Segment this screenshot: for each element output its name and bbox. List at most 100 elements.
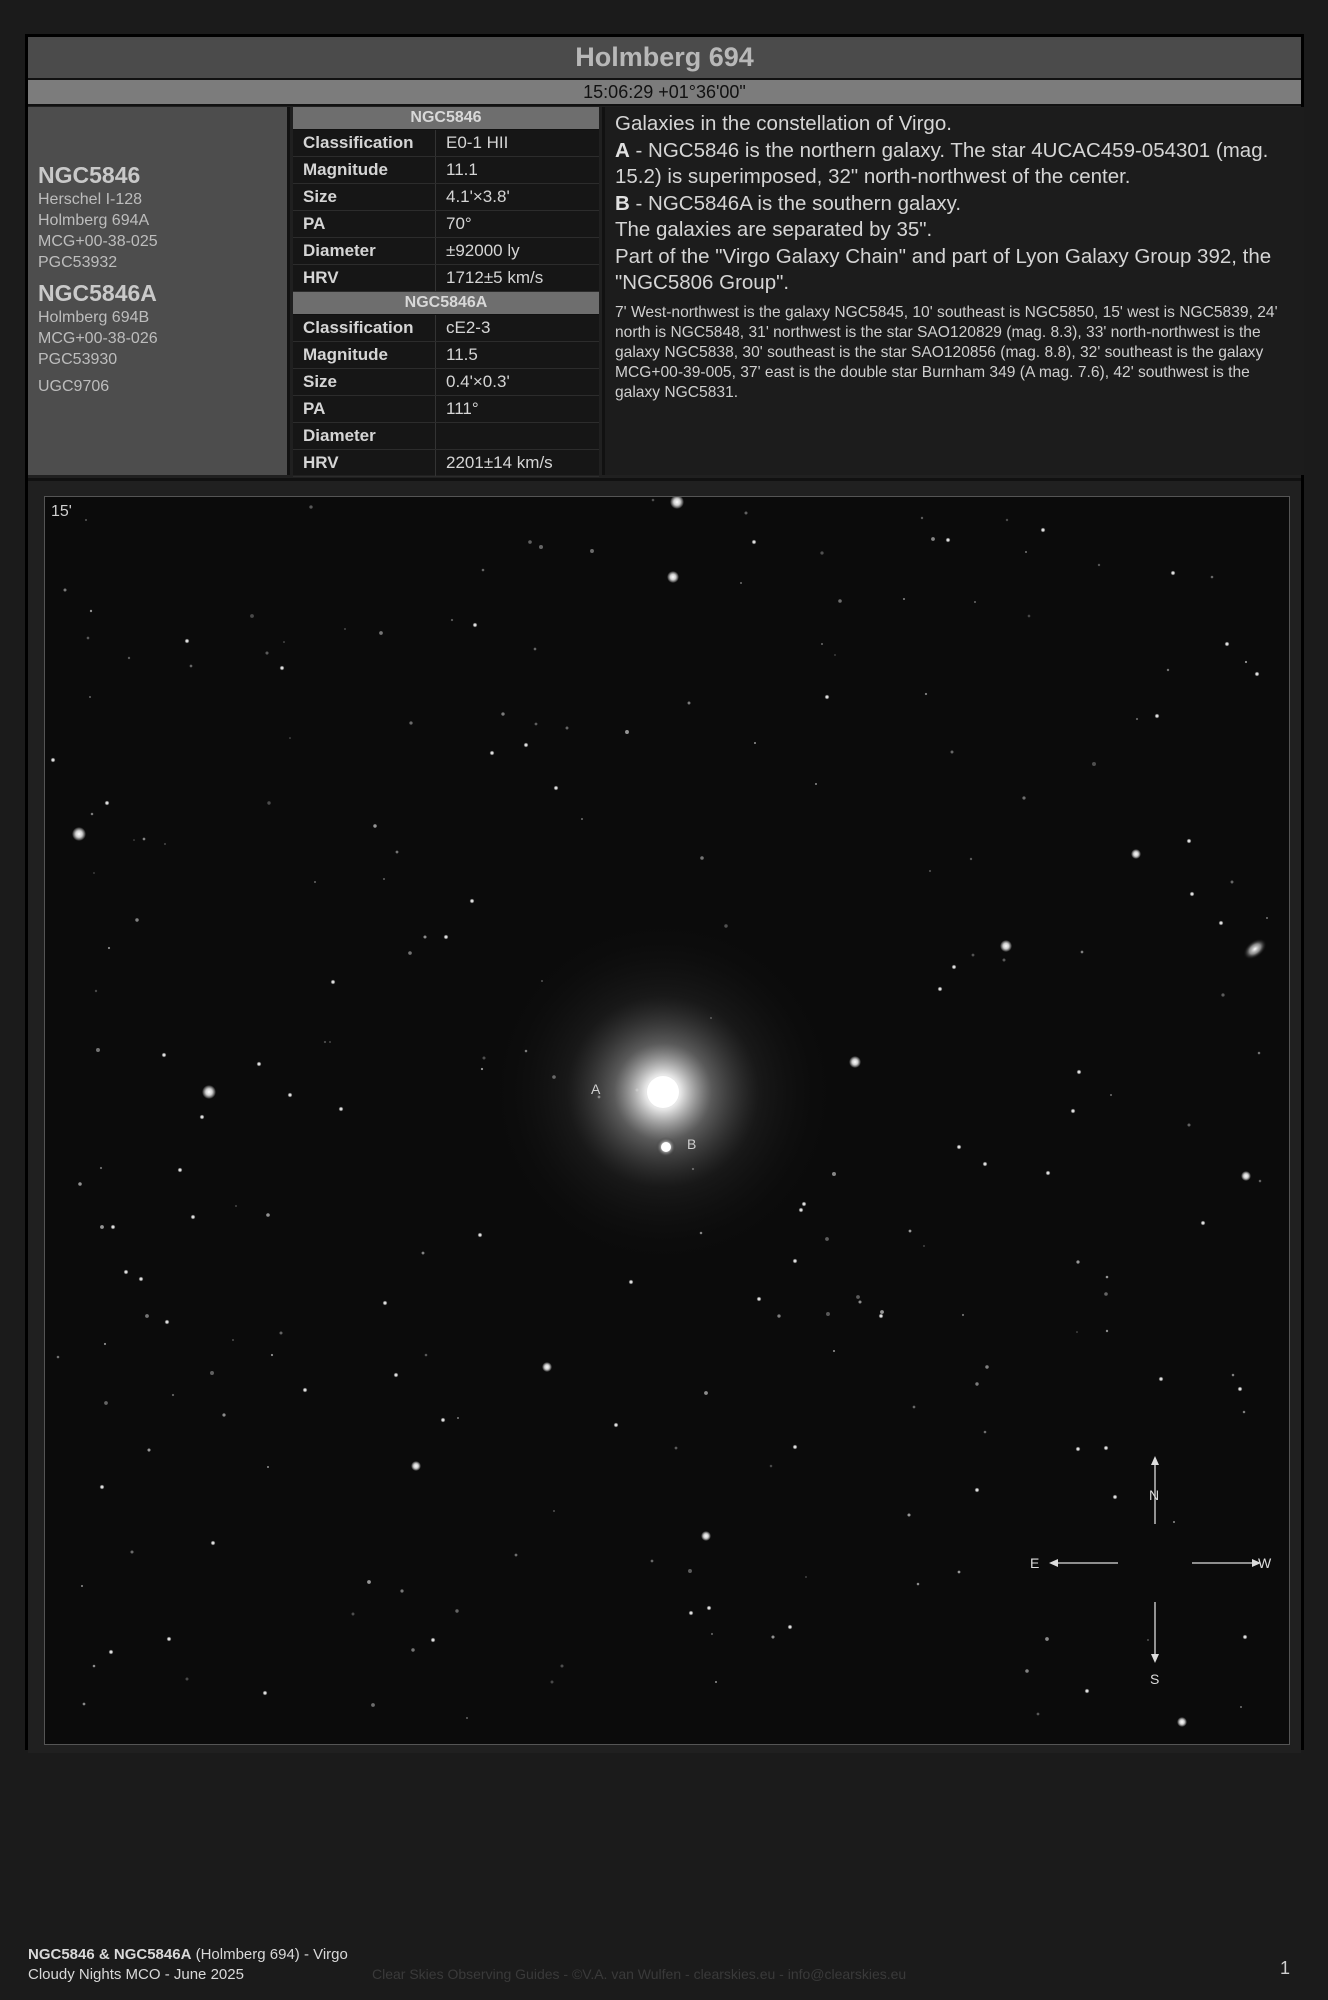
faint-star: [1022, 796, 1026, 800]
star: [798, 1207, 804, 1213]
faint-star: [880, 1310, 884, 1314]
faint-star: [815, 783, 817, 785]
faint-star: [553, 1510, 555, 1512]
star: [279, 665, 285, 671]
sky-photo: A B N S E W 15': [44, 496, 1290, 1745]
row-value: E0-1 HII: [446, 133, 509, 152]
page-title: Holmberg 694: [28, 37, 1301, 80]
faint-star: [1036, 1712, 1040, 1716]
alias: PGC53930: [38, 351, 118, 368]
faint-star: [1242, 1410, 1246, 1414]
galaxy-b-text: B - NGC5846A is the southern galaxy.: [615, 191, 1296, 218]
star: [542, 1362, 552, 1372]
faint-star: [528, 540, 532, 544]
star: [937, 986, 943, 992]
faint-star: [466, 1717, 468, 1719]
star: [878, 1313, 884, 1319]
star: [1237, 1386, 1243, 1392]
faint-star: [805, 1576, 807, 1578]
faint-star: [1045, 1637, 1049, 1641]
faint-star: [222, 1413, 226, 1417]
faint-star: [164, 843, 166, 845]
star: [469, 898, 475, 904]
faint-star: [1076, 1331, 1078, 1333]
faint-star: [856, 1295, 860, 1299]
row-key: Magnitude: [293, 157, 436, 183]
star: [1254, 671, 1260, 677]
row-key: HRV: [293, 265, 436, 291]
star: [199, 1114, 205, 1120]
faint-star: [1221, 993, 1225, 997]
faint-star: [270, 1353, 274, 1357]
faint-star: [1258, 1179, 1262, 1183]
faint-star: [907, 1513, 911, 1517]
faint-star: [424, 1353, 428, 1357]
faint-star: [1027, 614, 1031, 618]
faint-star: [142, 837, 146, 841]
star: [477, 1232, 483, 1238]
faint-star: [78, 1182, 82, 1186]
star: [1242, 1634, 1248, 1640]
faint-star: [957, 1570, 961, 1574]
star-field: A B N S E W: [45, 497, 1289, 1744]
label-a: A: [615, 138, 630, 162]
alias: MCG+00-38-026: [38, 330, 158, 347]
star: [1158, 1376, 1164, 1382]
star: [393, 1372, 399, 1378]
faint-star: [267, 1466, 269, 1468]
faint-star: [834, 654, 836, 656]
faint-star: [1076, 1260, 1080, 1264]
faint-star: [450, 618, 454, 622]
star: [801, 1201, 807, 1207]
compass-e: E: [1030, 1555, 1039, 1571]
star: [184, 638, 190, 644]
faint-star: [323, 1040, 327, 1044]
row-value: 0.4'×0.3': [446, 372, 510, 391]
star: [108, 1649, 114, 1655]
faint-star: [858, 1300, 862, 1304]
faint-star: [983, 1430, 987, 1434]
faint-star: [908, 1229, 912, 1233]
star: [1070, 1108, 1076, 1114]
guide-frame: Holmberg 694 15:06:29 +01°36'00" NGC5846…: [25, 34, 1304, 1753]
faint-star: [920, 516, 924, 520]
row-value: [436, 423, 446, 449]
faint-star: [309, 505, 313, 509]
faint-star: [171, 1393, 175, 1397]
star: [50, 757, 56, 763]
star: [706, 1605, 712, 1611]
table-row: Magnitude 11.1: [293, 157, 599, 184]
faint-star: [147, 1448, 151, 1452]
faint-star: [1025, 551, 1027, 553]
faint-star: [1173, 1521, 1175, 1523]
faint-star: [688, 1569, 692, 1573]
star: [792, 1444, 798, 1450]
alias: UGC9706: [38, 378, 110, 395]
faint-star: [771, 1635, 775, 1639]
group-text: Part of the "Virgo Galaxy Chain" and par…: [615, 244, 1272, 295]
compass-w: W: [1258, 1555, 1272, 1571]
alias: MCG+00-38-025: [38, 233, 158, 250]
star: [382, 1300, 388, 1306]
faint-star: [1025, 1669, 1029, 1673]
star: [667, 571, 679, 583]
faint-star: [89, 609, 93, 613]
star: [202, 1085, 216, 1099]
faint-star: [104, 1401, 108, 1405]
star: [123, 1269, 129, 1275]
faint-star: [100, 1225, 104, 1229]
star: [1186, 838, 1192, 844]
star: [440, 1417, 446, 1423]
star: [982, 1161, 988, 1167]
star: [1154, 713, 1160, 719]
star: [787, 1624, 793, 1630]
b-text: - NGC5846A is the southern galaxy.: [629, 191, 962, 215]
faint-star: [838, 599, 842, 603]
faint-star: [135, 918, 139, 922]
row-key: Size: [293, 184, 436, 210]
faint-star: [482, 1056, 486, 1060]
row-value: 11.1: [446, 160, 478, 179]
star: [1000, 940, 1012, 952]
star: [956, 1144, 962, 1150]
star: [443, 934, 449, 940]
